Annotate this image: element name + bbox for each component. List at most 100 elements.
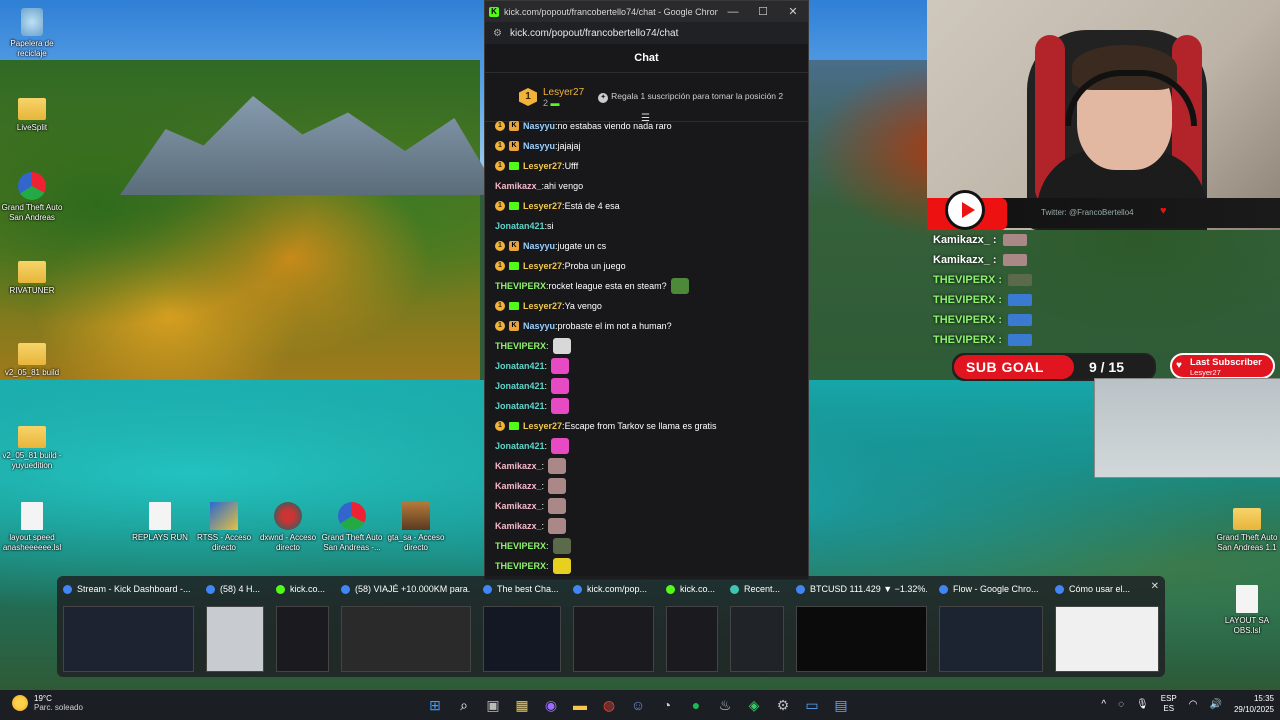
chat-username[interactable]: THEVIPERX xyxy=(495,561,546,571)
chat-message: THEVIPERX: xyxy=(495,556,800,576)
switcher-window-thumb[interactable]: kick.co... xyxy=(270,576,335,677)
switcher-window-thumb[interactable]: Cómo usar el... ✕ xyxy=(1049,576,1165,677)
switcher-window-thumb[interactable]: kick.co... xyxy=(660,576,724,677)
chat-text: ahi vengo xyxy=(544,181,584,191)
chat-username[interactable]: Lesyer27 xyxy=(523,161,562,171)
chat-username[interactable]: Kamikazx_ xyxy=(495,181,542,191)
chat-username[interactable]: THEVIPERX xyxy=(495,541,546,551)
desktop-icon-layout-obs[interactable]: LAYOUT SA OBS.lsl xyxy=(1212,585,1280,636)
chat-username[interactable]: Jonatan421 xyxy=(495,441,545,451)
remote-desktop-icon[interactable]: ▭ xyxy=(801,694,823,716)
chat-message: 1 K Nasyyu: jugate un cs xyxy=(495,236,800,256)
desktop-icon-replays[interactable]: REPLAYS RUN xyxy=(125,502,195,543)
settings-icon[interactable]: ⚙ xyxy=(772,694,794,716)
twitter-handle: Twitter: @FrancoBertello4 xyxy=(1041,208,1134,217)
switcher-window-thumb[interactable]: Recent... xyxy=(724,576,790,677)
desktop-icon-build-yuyu[interactable]: v2_05_81 build - yuyuedition xyxy=(0,420,67,471)
switcher-window-thumb[interactable]: The best Cha... xyxy=(477,576,567,677)
chat-username[interactable]: Nasyyu xyxy=(523,141,555,151)
site-info-icon[interactable]: ⚙ xyxy=(493,28,502,39)
folder-icon xyxy=(18,98,46,120)
desktop-icon-rivatuner[interactable]: RIVATUNER xyxy=(0,255,67,296)
file-icon xyxy=(1236,585,1258,613)
maximize-icon[interactable]: ☐ xyxy=(748,5,778,18)
chat-username[interactable]: Lesyer27 xyxy=(523,261,562,271)
chat-username[interactable]: Kamikazx_ xyxy=(495,521,542,531)
desktop-icon-layout-speed[interactable]: layout speed anasheeeeee.lsl xyxy=(0,502,67,553)
overlay-chat-username: Kamikazx_ : xyxy=(933,234,997,246)
close-icon[interactable]: ✕ xyxy=(778,5,808,18)
wifi-icon[interactable]: ◠ xyxy=(1189,699,1198,710)
file-explorer-icon[interactable]: ▬ xyxy=(569,694,591,716)
store-icon[interactable]: ▦ xyxy=(511,694,533,716)
discord-icon[interactable]: ☺ xyxy=(627,694,649,716)
spotify-icon[interactable]: ● xyxy=(685,694,707,716)
desktop-icon-gta-11[interactable]: Grand Theft Auto San Andreas 1.1 xyxy=(1212,502,1280,553)
chat-text: jajajaj xyxy=(557,141,581,151)
switcher-thumb-preview xyxy=(573,606,654,672)
task-view-icon[interactable]: ▣ xyxy=(482,694,504,716)
chat-username[interactable]: Jonatan421 xyxy=(495,361,545,371)
close-icon[interactable]: ✕ xyxy=(1151,581,1159,592)
chat-username[interactable]: Jonatan421 xyxy=(495,401,545,411)
chat-username[interactable]: Nasyyu xyxy=(523,321,555,331)
switcher-window-thumb[interactable]: kick.com/pop... xyxy=(567,576,660,677)
obs-icon[interactable]: ◉ xyxy=(540,694,562,716)
desktop-icon-gta-sa[interactable]: Grand Theft Auto San Andreas xyxy=(0,172,67,223)
chat-message: 1 Lesyer27: Escape from Tarkov se llama e… xyxy=(495,416,800,436)
network-icon[interactable]: ◌ xyxy=(1118,699,1124,710)
chat-username[interactable]: Kamikazx_ xyxy=(495,501,542,511)
switcher-thumb-title: kick.co... xyxy=(680,584,716,594)
chat-username[interactable]: Jonatan421 xyxy=(495,381,545,391)
taskbar: 19°C Parc. soleado ⊞ ⌕ ▣ ▦ ◉ ▬ ◍ ☺ ◔ ● ♨… xyxy=(0,690,1280,720)
top-gifter-name[interactable]: Lesyer27 xyxy=(543,87,584,98)
start-icon[interactable]: ⊞ xyxy=(424,694,446,716)
overlay-emote-icon xyxy=(1008,294,1033,306)
gta-taskbar-icon[interactable]: ◈ xyxy=(743,694,765,716)
gifter-rank-badge-icon: 1 xyxy=(495,161,505,171)
switcher-thumb-header: kick.co... xyxy=(666,582,718,596)
folder-icon xyxy=(18,261,46,283)
desktop-icon-gta-shortcut[interactable]: Grand Theft Auto San Andreas -... xyxy=(317,502,387,553)
sub-goal-label: SUB GOAL xyxy=(966,359,1044,375)
microphone-icon[interactable]: 🎙 xyxy=(1136,699,1149,710)
language-indicator[interactable]: ESP ES xyxy=(1161,694,1177,714)
volume-icon[interactable]: 🔊 xyxy=(1210,699,1222,710)
chat-username[interactable]: Kamikazx_ xyxy=(495,461,542,471)
obs-studio-icon[interactable]: ◔ xyxy=(656,694,678,716)
desktop-icon-livesplit[interactable]: LiveSplit xyxy=(0,92,67,133)
desktop-icon-gta-sa-exe[interactable]: gta_sa - Acceso directo xyxy=(381,502,451,553)
switcher-window-thumb[interactable]: (58) 4 H... xyxy=(200,576,270,677)
chat-text: rocket league esta en steam? xyxy=(548,281,667,291)
chat-text: Proba un juego xyxy=(564,261,626,271)
chat-username[interactable]: Lesyer27 xyxy=(523,301,562,311)
desktop-icon-dxwnd[interactable]: dxwnd - Acceso directo xyxy=(253,502,323,553)
chat-username[interactable]: THEVIPERX xyxy=(495,281,546,291)
switcher-window-thumb[interactable]: Stream - Kick Dashboard -... xyxy=(57,576,200,677)
switcher-window-thumb[interactable]: BTCUSD 111.429 ▼ −1.32%... xyxy=(790,576,933,677)
desktop-icon-build[interactable]: v2_05_81 build xyxy=(0,337,67,378)
clock[interactable]: 15:35 29/10/2025 xyxy=(1234,693,1274,715)
minimize-icon[interactable]: — xyxy=(718,6,748,18)
chat-username[interactable]: Lesyer27 xyxy=(523,421,562,431)
chat-username[interactable]: THEVIPERX xyxy=(495,341,546,351)
switcher-window-thumb[interactable]: (58) VIAJÉ +10.000KM para... xyxy=(335,576,477,677)
sun-icon xyxy=(12,695,28,711)
file-icon xyxy=(149,502,171,530)
desktop-icon-rtss[interactable]: RTSS - Acceso directo xyxy=(189,502,259,553)
weather-widget[interactable]: 19°C Parc. soleado xyxy=(12,694,83,712)
chat-username[interactable]: Jonatan421 xyxy=(495,221,545,231)
desktop-icon-recycle-bin[interactable]: Papelera de reciclaje xyxy=(0,8,67,59)
steam-icon[interactable]: ♨ xyxy=(714,694,736,716)
chat-username[interactable]: Lesyer27 xyxy=(523,201,562,211)
address-bar[interactable]: ⚙ kick.com/popout/francobertello74/chat xyxy=(485,22,808,44)
switcher-window-thumb[interactable]: Flow - Google Chro... xyxy=(933,576,1049,677)
chevron-up-icon[interactable]: ^ xyxy=(1101,699,1106,710)
chrome-icon[interactable]: ◍ xyxy=(598,694,620,716)
chat-username[interactable]: Nasyyu xyxy=(523,121,555,131)
app-icon[interactable]: ▤ xyxy=(830,694,852,716)
search-icon[interactable]: ⌕ xyxy=(453,694,475,716)
gift-sub-prompt[interactable]: ✦ Regala 1 suscripción para tomar la posi… xyxy=(598,91,783,103)
chat-username[interactable]: Nasyyu xyxy=(523,241,555,251)
chat-username[interactable]: Kamikazx_ xyxy=(495,481,542,491)
